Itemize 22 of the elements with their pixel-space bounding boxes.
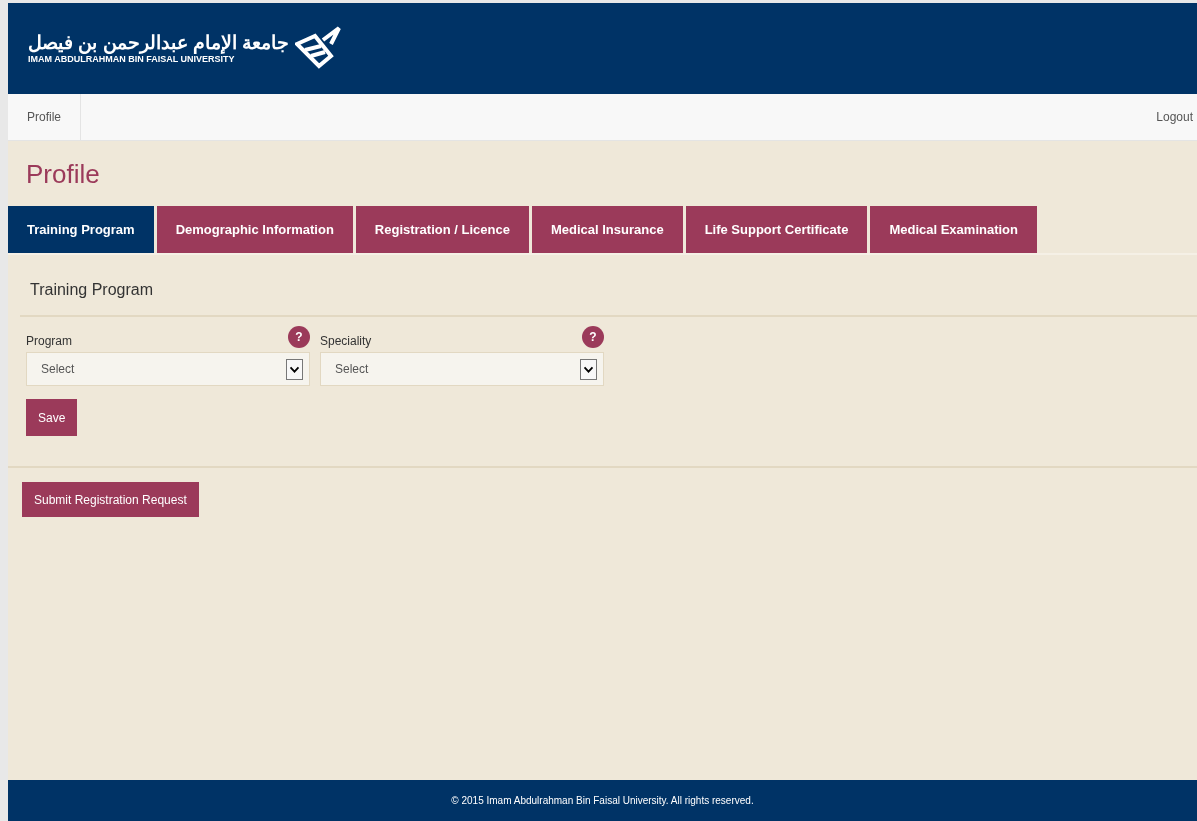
select-field[interactable]: Select: [320, 352, 604, 386]
submit-button[interactable]: Submit Registration Request: [22, 482, 199, 517]
page-title: Profile: [26, 159, 101, 189]
logo-english-text: IMAM ABDULRAHMAN BIN FAISAL UNIVERSITY: [28, 54, 236, 65]
logo-arabic-text: جامعة الإمام عبدالرحمن بن فيصل: [28, 32, 290, 54]
tab[interactable]: Medical Examination: [870, 206, 1037, 253]
tab[interactable]: Training Program: [8, 206, 154, 253]
copyright-text: © 2015 Imam Abdulrahman Bin Faisal University. All rights reserved.: [451, 795, 754, 806]
tab[interactable]: Life Support Certificate: [685, 206, 868, 253]
help-icon[interactable]: ?: [582, 326, 604, 348]
chevron-down-icon: [286, 358, 303, 380]
chevron-down-icon: [580, 358, 597, 380]
logout-link[interactable]: Logout: [1156, 94, 1197, 140]
field-label: Program: [26, 334, 72, 348]
section-title: Training Program: [30, 281, 154, 299]
save-button[interactable]: Save: [26, 399, 78, 436]
tab[interactable]: Registration / Licence: [355, 206, 529, 253]
field-label: Speciality: [320, 334, 372, 348]
tab[interactable]: Demographic Information: [156, 206, 353, 253]
tab[interactable]: Medical Insurance: [531, 206, 683, 253]
help-icon[interactable]: ?: [288, 326, 310, 348]
select-field[interactable]: Select: [26, 352, 310, 386]
